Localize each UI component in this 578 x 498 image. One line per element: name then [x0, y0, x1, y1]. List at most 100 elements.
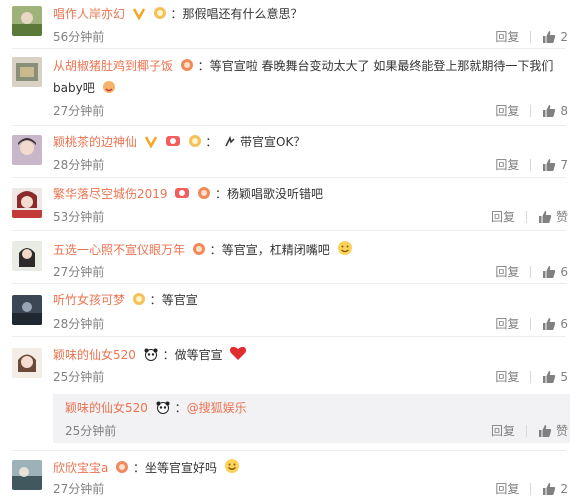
like-button[interactable]: 2 — [542, 30, 568, 44]
medal-icon — [180, 58, 194, 78]
username[interactable]: 欣欣宝宝a — [53, 461, 108, 475]
timestamp: 27分钟前 — [53, 265, 105, 279]
avatar[interactable] — [12, 57, 42, 87]
avatar[interactable] — [12, 460, 42, 490]
comment-item: 唱作人岸亦幻 ：那假唱还有什么意思？ 56分钟前 回复 2 — [0, 0, 578, 48]
reply-timestamp: 25分钟前 — [65, 424, 117, 438]
comment-text: 等官宣，杠精闭嘴吧 — [221, 243, 330, 257]
reply-thread: 颖味的仙女520 ：@搜狐娱乐 25分钟前 回复 赞 — [53, 394, 570, 443]
colon: ： — [162, 348, 175, 362]
like-count: 2 — [560, 29, 568, 44]
colon: ： — [197, 59, 210, 73]
thumbs-up-icon — [543, 317, 556, 330]
like-label: 赞 — [555, 424, 568, 438]
reply-button[interactable]: 回复 — [491, 208, 515, 225]
like-button[interactable]: 赞 — [538, 422, 568, 439]
colon: ： — [149, 293, 162, 307]
thumbs-up-icon — [543, 104, 556, 117]
username[interactable]: 唱作人岸亦幻 — [53, 7, 125, 21]
like-button[interactable]: 6 — [542, 317, 568, 331]
like-button[interactable]: 5 — [542, 370, 568, 384]
timestamp: 53分钟前 — [53, 210, 105, 224]
timestamp: 27分钟前 — [53, 104, 105, 118]
thumbs-up-icon — [543, 30, 556, 43]
colon: ： — [174, 401, 187, 415]
separator — [530, 104, 532, 117]
thumbs-up-icon — [543, 158, 556, 171]
timestamp: 27分钟前 — [53, 482, 105, 496]
like-count: 5 — [560, 369, 568, 384]
verified-v-icon — [132, 6, 146, 24]
like-button[interactable]: 2 — [542, 482, 568, 496]
timestamp: 28分钟前 — [53, 158, 105, 172]
medal-icon — [197, 186, 211, 204]
separator — [530, 30, 532, 43]
comment-item: 从胡椒猪肚鸡到椰子饭 ：等官宣啦 春晚舞台变动太大了 如果最终能登上那就期待一下… — [0, 49, 578, 125]
reply-button[interactable]: 回复 — [495, 156, 519, 173]
separator — [530, 317, 532, 330]
reply-button[interactable]: 回复 — [495, 263, 519, 280]
medal-icon — [188, 134, 202, 152]
like-label: 赞 — [555, 210, 568, 224]
avatar[interactable] — [12, 135, 42, 165]
thumbs-up-icon — [538, 210, 552, 223]
comment-item: 听竹女孩可梦 ：等官宣 28分钟前 回复 6 — [0, 284, 578, 336]
separator — [530, 370, 532, 383]
reply-button[interactable]: 回复 — [495, 315, 519, 332]
avatar[interactable] — [12, 6, 42, 36]
username[interactable]: 听竹女孩可梦 — [53, 293, 125, 307]
panda-icon — [143, 347, 159, 365]
fan-badge-icon — [174, 186, 190, 204]
comment-text: 等官宣 — [161, 293, 198, 307]
reply-button[interactable]: 回复 — [495, 368, 519, 385]
username[interactable]: 繁华落尽空城伤2019 — [53, 187, 168, 201]
reply-username[interactable]: 颖味的仙女520 — [65, 401, 148, 415]
comment-item: 欣欣宝宝a ：坐等官宣好吗 27分钟前 回复 2 — [0, 451, 578, 498]
avatar[interactable] — [12, 241, 42, 271]
heart-icon — [229, 345, 247, 365]
comment-text: 做等官宣 — [174, 348, 223, 362]
mention-link[interactable]: @搜狐娱乐 — [187, 401, 247, 415]
reply-button[interactable]: 回复 — [491, 422, 515, 439]
panda-icon — [155, 400, 171, 418]
medal-icon — [192, 242, 206, 260]
like-count: 2 — [560, 481, 568, 496]
username[interactable]: 颖桃茶的边神仙 — [53, 135, 137, 149]
separator — [525, 424, 527, 437]
comment-text: 带官宣OK？ — [240, 135, 306, 149]
separator — [530, 265, 532, 278]
separator — [530, 158, 532, 171]
like-button[interactable]: 7 — [542, 158, 568, 172]
username[interactable]: 颖味的仙女520 — [53, 348, 136, 362]
gesture-emoji-icon — [224, 135, 236, 152]
avatar[interactable] — [12, 188, 42, 218]
medal-icon — [153, 6, 167, 24]
username[interactable]: 从胡椒猪肚鸡到椰子饭 — [53, 59, 173, 73]
like-count: 8 — [560, 103, 568, 118]
username[interactable]: 五选一心照不宣仪眼万年 — [53, 243, 185, 257]
comment-item: 颖桃茶的边神仙 ： 带官宣OK？ 28分钟前 回复 7 — [0, 126, 578, 177]
avatar[interactable] — [12, 348, 42, 378]
like-button[interactable]: 赞 — [538, 208, 568, 225]
colon: ： — [205, 135, 218, 149]
smile-emoji-icon — [224, 458, 240, 478]
reply-button[interactable]: 回复 — [495, 102, 519, 119]
comment-item: 繁华落尽空城伤2019 ：杨颖唱歌没听错吧 53分钟前 回复 赞 — [0, 178, 578, 230]
medal-icon — [132, 292, 146, 310]
medal-icon — [115, 460, 129, 478]
colon: ： — [215, 187, 228, 201]
timestamp: 25分钟前 — [53, 370, 105, 384]
reply-button[interactable]: 回复 — [495, 28, 519, 45]
comment-text: 坐等官宣好吗 — [145, 461, 218, 475]
comment-text: 杨颖唱歌没听错吧 — [227, 187, 324, 201]
timestamp: 56分钟前 — [53, 30, 105, 44]
separator — [530, 482, 532, 495]
like-count: 7 — [560, 157, 568, 172]
like-button[interactable]: 8 — [542, 104, 568, 118]
like-count: 6 — [560, 316, 568, 331]
avatar[interactable] — [12, 295, 42, 325]
thumbs-up-icon — [543, 265, 556, 278]
colon: ： — [209, 243, 222, 257]
reply-button[interactable]: 回复 — [495, 480, 519, 497]
like-button[interactable]: 6 — [542, 265, 568, 279]
